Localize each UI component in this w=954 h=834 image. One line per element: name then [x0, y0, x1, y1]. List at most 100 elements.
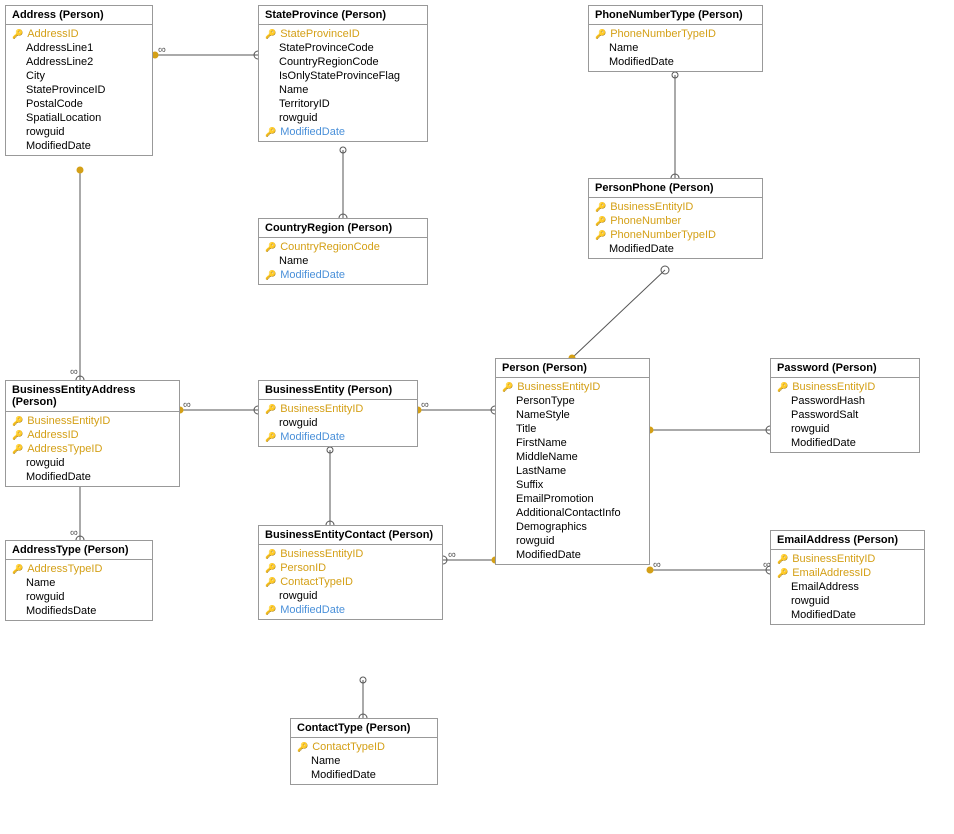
field-label: rowguid	[26, 591, 65, 603]
field-row: 🔑PhoneNumber	[589, 214, 762, 228]
field-row: rowguid	[496, 534, 649, 548]
field-row: rowguid	[259, 111, 427, 125]
field-row: rowguid	[6, 125, 152, 139]
svg-text:∞: ∞	[158, 44, 166, 56]
table-CountryRegion: CountryRegion (Person)🔑CountryRegionCode…	[258, 218, 428, 285]
field-row: ModifiedDate	[589, 55, 762, 69]
field-row: rowguid	[259, 416, 417, 430]
field-label: PostalCode	[26, 98, 83, 110]
svg-text:∞: ∞	[183, 399, 191, 411]
field-label: LastName	[516, 465, 566, 477]
field-row: Name	[259, 83, 427, 97]
field-label: Name	[609, 42, 638, 54]
field-label: Name	[279, 255, 308, 267]
table-fields-ContactType: 🔑ContactTypeIDNameModifiedDate	[291, 738, 437, 784]
field-label: StateProvinceID	[26, 84, 105, 96]
field-label: ModifiedDate	[280, 604, 345, 616]
field-label: SpatialLocation	[26, 112, 101, 124]
field-row: LastName	[496, 464, 649, 478]
field-label: CountryRegionCode	[279, 56, 379, 68]
field-row: EmailPromotion	[496, 492, 649, 506]
field-label: ContactTypeID	[312, 741, 385, 753]
field-label: MiddleName	[516, 451, 578, 463]
table-header-PersonPhone: PersonPhone (Person)	[589, 179, 762, 198]
field-row: PostalCode	[6, 97, 152, 111]
field-row: 🔑BusinessEntityID	[771, 552, 924, 566]
field-row: 🔑 BusinessEntityID	[259, 402, 417, 416]
field-label: ContactTypeID	[280, 576, 353, 588]
field-row: rowguid	[6, 456, 179, 470]
fk-icon: 🔑	[265, 432, 276, 443]
field-row: 🔑 AddressID	[6, 428, 179, 442]
field-label: NameStyle	[516, 409, 570, 421]
field-label: ModifiedDate	[609, 243, 674, 255]
field-label: AdditionalContactInfo	[516, 507, 621, 519]
field-label: AddressLine1	[26, 42, 93, 54]
field-row: Name	[589, 41, 762, 55]
field-row: 🔑 ModifiedDate	[259, 430, 417, 444]
field-row: PasswordSalt	[771, 408, 919, 422]
field-row: AddressLine1	[6, 41, 152, 55]
field-label: BusinessEntityID	[280, 403, 363, 415]
field-row: rowguid	[6, 590, 152, 604]
field-row: NameStyle	[496, 408, 649, 422]
table-header-PhoneNumberType: PhoneNumberType (Person)	[589, 6, 762, 25]
field-row: 🔑BusinessEntityID	[496, 380, 649, 394]
field-label: Suffix	[516, 479, 543, 491]
table-fields-StateProvince: 🔑StateProvinceIDStateProvinceCodeCountry…	[259, 25, 427, 141]
table-fields-EmailAddress: 🔑BusinessEntityID🔑EmailAddressIDEmailAdd…	[771, 550, 924, 624]
field-row: 🔑CountryRegionCode	[259, 240, 427, 254]
field-label: BusinessEntityID	[27, 415, 110, 427]
field-row: 🔑AddressTypeID	[6, 442, 179, 456]
field-label: TerritoryID	[279, 98, 330, 110]
field-row: StateProvinceID	[6, 83, 152, 97]
table-StateProvince: StateProvince (Person)🔑StateProvinceIDSt…	[258, 5, 428, 142]
field-row: FirstName	[496, 436, 649, 450]
field-label: AddressTypeID	[27, 443, 102, 455]
table-ContactType: ContactType (Person)🔑ContactTypeIDNameMo…	[290, 718, 438, 785]
field-row: Name	[291, 754, 437, 768]
field-row: 🔑AddressTypeID	[6, 562, 152, 576]
field-label: ModifiedDate	[280, 269, 345, 281]
table-Address: Address (Person)🔑AddressIDAddressLine1Ad…	[5, 5, 153, 156]
pk-icon: 🔑	[12, 430, 23, 441]
field-label: rowguid	[279, 112, 318, 124]
pk-icon: 🔑	[265, 242, 276, 253]
field-label: ModifiedDate	[516, 549, 581, 561]
pk-icon: 🔑	[265, 404, 276, 415]
field-label: ModifiedDate	[26, 471, 91, 483]
pk-icon: 🔑	[777, 568, 788, 579]
field-label: BusinessEntityID	[280, 548, 363, 560]
field-row: 🔑PhoneNumberTypeID	[589, 228, 762, 242]
field-label: City	[26, 70, 45, 82]
field-label: BusinessEntityID	[792, 381, 875, 393]
table-BusinessEntity: BusinessEntity (Person)🔑BusinessEntityID…	[258, 380, 418, 447]
table-header-ContactType: ContactType (Person)	[291, 719, 437, 738]
field-label: rowguid	[516, 535, 555, 547]
field-row: 🔑ContactTypeID	[259, 575, 442, 589]
table-fields-PersonPhone: 🔑BusinessEntityID🔑PhoneNumber🔑PhoneNumbe…	[589, 198, 762, 258]
field-row: ModifiedDate	[771, 608, 924, 622]
pk-icon: 🔑	[595, 216, 606, 227]
table-fields-CountryRegion: 🔑CountryRegionCodeName🔑 ModifiedDate	[259, 238, 427, 284]
table-Person: Person (Person)🔑BusinessEntityIDPersonTy…	[495, 358, 650, 565]
field-label: ModifiedDate	[280, 431, 345, 443]
field-label: rowguid	[279, 417, 318, 429]
field-label: Name	[279, 84, 308, 96]
field-label: AddressID	[27, 429, 78, 441]
table-PhoneNumberType: PhoneNumberType (Person)🔑PhoneNumberType…	[588, 5, 763, 72]
field-row: ModifiedDate	[291, 768, 437, 782]
field-label: Name	[311, 755, 340, 767]
table-fields-BusinessEntity: 🔑 BusinessEntityID rowguid🔑 ModifiedDate	[259, 400, 417, 446]
field-label: PersonType	[516, 395, 575, 407]
field-label: EmailPromotion	[516, 493, 594, 505]
field-row: Title	[496, 422, 649, 436]
field-label: EmailAddress	[791, 581, 859, 593]
field-label: PasswordSalt	[791, 409, 858, 421]
field-label: ModifiedDate	[609, 56, 674, 68]
svg-text:∞: ∞	[448, 549, 456, 561]
table-header-EmailAddress: EmailAddress (Person)	[771, 531, 924, 550]
field-row: Suffix	[496, 478, 649, 492]
field-row: StateProvinceCode	[259, 41, 427, 55]
table-fields-PhoneNumberType: 🔑PhoneNumberTypeIDNameModifiedDate	[589, 25, 762, 71]
